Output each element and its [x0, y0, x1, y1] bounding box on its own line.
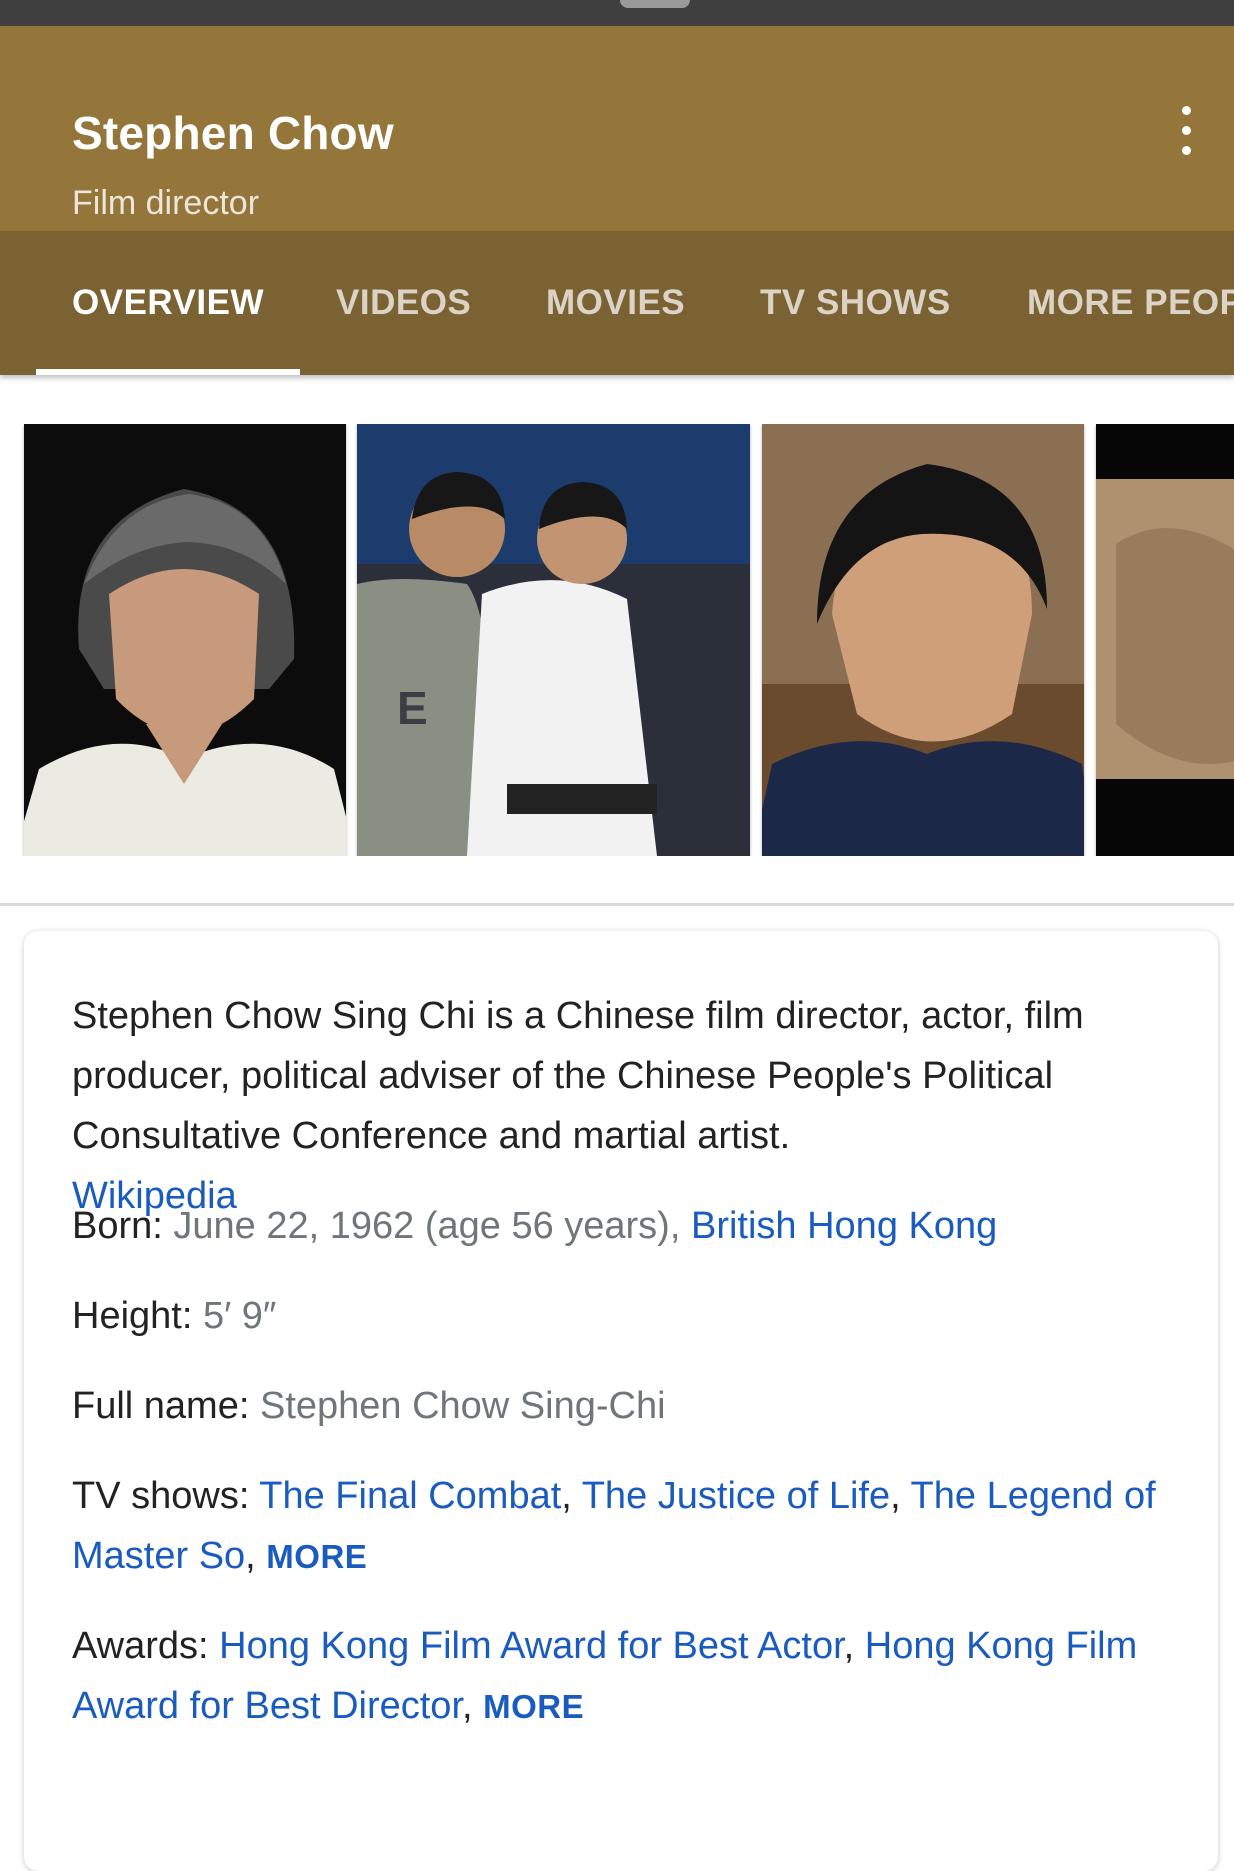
fact-label: TV shows:	[72, 1475, 250, 1517]
section-divider	[0, 903, 1234, 906]
tab-videos[interactable]: VIDEOS	[336, 283, 471, 323]
fact-label: Full name:	[72, 1385, 250, 1427]
tv-shows-more-link[interactable]: MORE	[266, 1538, 367, 1575]
fact-value: 5′ 9″	[202, 1295, 277, 1337]
page-subtitle: Film director	[72, 184, 260, 222]
tv-show-link[interactable]: The Final Combat	[259, 1475, 561, 1517]
tv-show-link[interactable]: The Justice of Life	[582, 1475, 890, 1517]
tab-bar: OVERVIEW VIDEOS MOVIES TV SHOWS MORE PEO…	[0, 231, 1234, 375]
description: Stephen Chow Sing Chi is a Chinese film …	[72, 986, 1172, 1226]
photo-thumbnail-4[interactable]	[1096, 424, 1234, 856]
knowledge-panel-header: Stephen Chow Film director	[0, 26, 1234, 231]
info-card: Stephen Chow Sing Chi is a Chinese film …	[24, 931, 1218, 1871]
tab-more-people[interactable]: MORE PEOPLE	[1027, 283, 1234, 323]
more-vert-icon[interactable]	[1172, 106, 1202, 156]
svg-text:E: E	[397, 682, 428, 734]
page-title: Stephen Chow	[72, 107, 394, 159]
status-bar	[0, 0, 1234, 26]
fact-awards: Awards: Hong Kong Film Award for Best Ac…	[72, 1625, 1138, 1727]
photo-thumbnail-3[interactable]	[762, 424, 1084, 856]
fact-full-name: Full name: Stephen Chow Sing-Chi	[72, 1376, 1172, 1436]
photo-thumbnail-1[interactable]	[24, 424, 346, 856]
status-indicator	[620, 0, 690, 8]
award-link[interactable]: Hong Kong Film Award for Best Actor	[219, 1625, 844, 1667]
group-photo-image: E	[357, 424, 750, 856]
fact-label: Awards:	[72, 1625, 209, 1667]
tab-tv-shows[interactable]: TV SHOWS	[760, 283, 951, 323]
fact-born: Born: June 22, 1962 (age 56 years), Brit…	[72, 1205, 998, 1247]
birthplace-link[interactable]: British Hong Kong	[691, 1205, 997, 1247]
portrait-image	[762, 424, 1084, 856]
awards-more-link[interactable]: MORE	[483, 1688, 584, 1725]
photo-thumbnail-2[interactable]: E	[357, 424, 750, 856]
fact-label: Born:	[72, 1205, 163, 1247]
fact-value: June 22, 1962 (age 56 years)	[173, 1205, 670, 1247]
fact-value: Stephen Chow Sing-Chi	[259, 1385, 666, 1427]
portrait-image	[24, 424, 346, 856]
photo-carousel: E	[0, 424, 1234, 856]
active-tab-indicator	[36, 369, 300, 375]
description-text: Stephen Chow Sing Chi is a Chinese film …	[72, 995, 1084, 1157]
tab-movies[interactable]: MOVIES	[546, 283, 685, 323]
fact-tv-shows: TV shows: The Final Combat, The Justice …	[72, 1475, 1156, 1577]
cropped-image	[1096, 424, 1234, 856]
fact-height: Height: 5′ 9″	[72, 1286, 1172, 1346]
fact-label: Height:	[72, 1295, 193, 1337]
tab-overview[interactable]: OVERVIEW	[72, 283, 264, 323]
